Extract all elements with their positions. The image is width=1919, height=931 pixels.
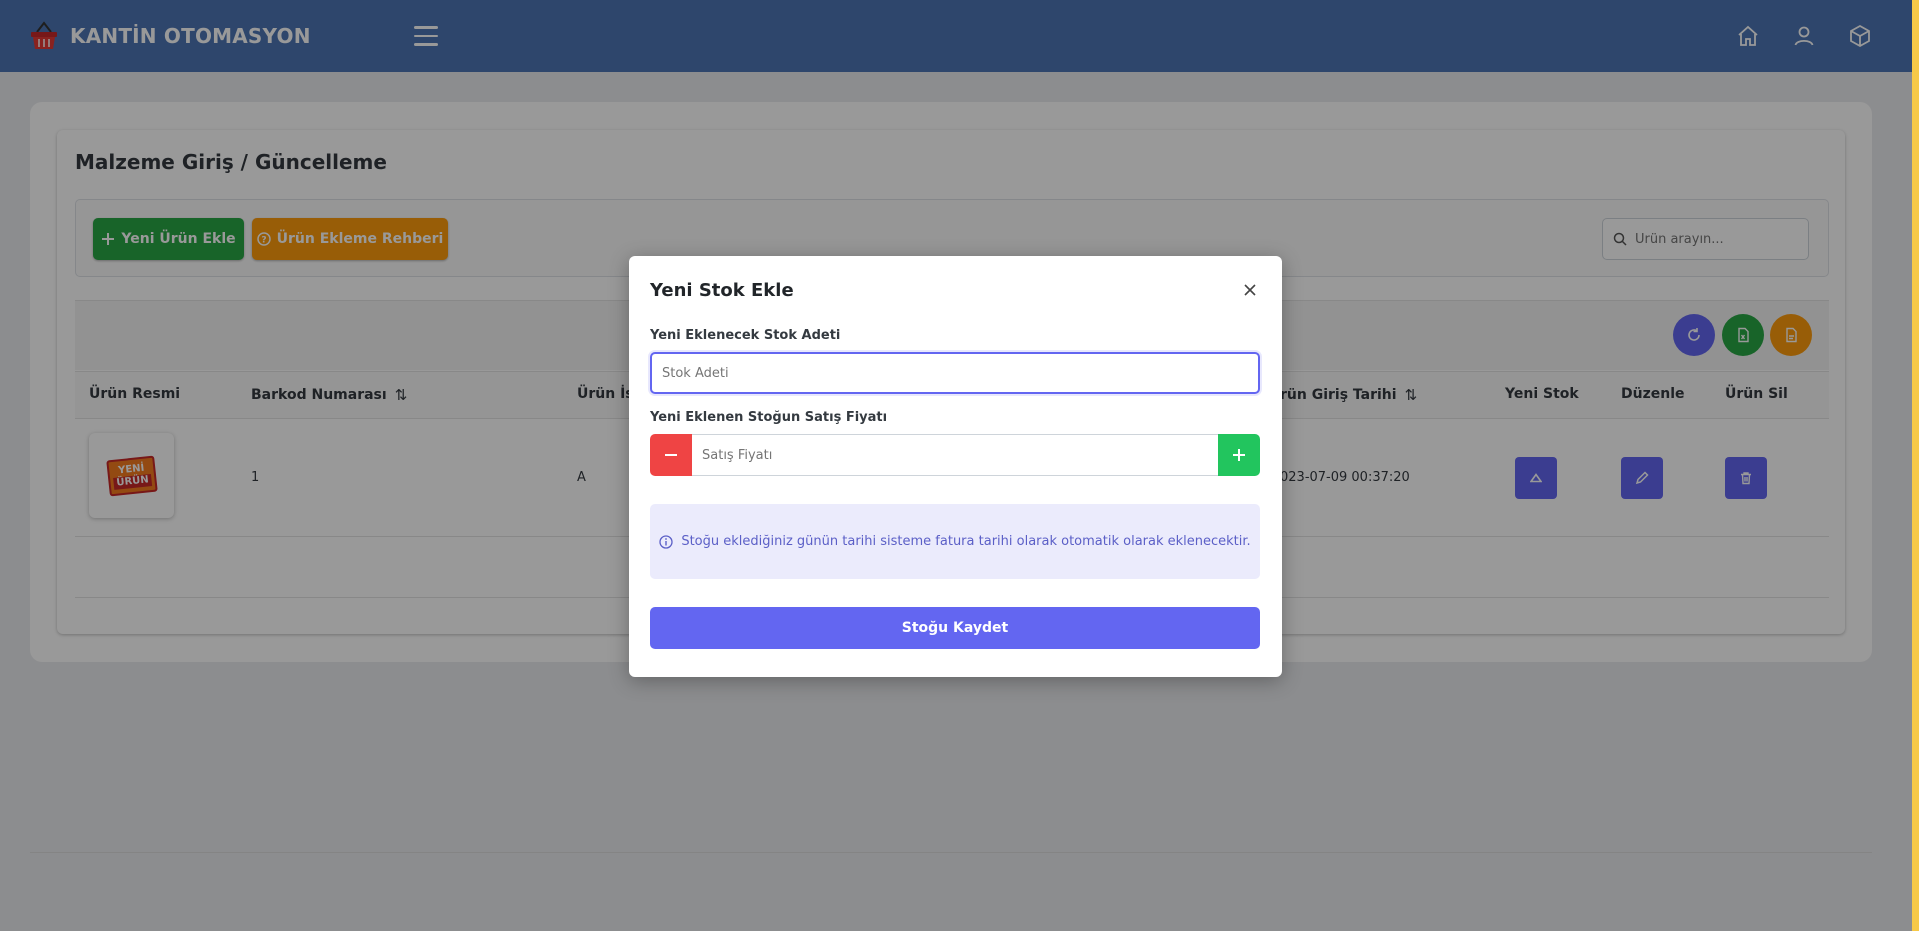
plus-icon [1233, 449, 1245, 461]
close-icon[interactable] [1242, 282, 1258, 298]
price-increase-button[interactable] [1218, 434, 1260, 476]
add-stock-modal: Yeni Stok Ekle Yeni Eklenecek Stok Adeti… [629, 256, 1282, 677]
sale-price-stepper [650, 434, 1260, 476]
stock-quantity-input[interactable] [650, 352, 1260, 394]
info-text: Stoğu eklediğiniz günün tarihi sisteme f… [681, 534, 1251, 549]
right-edge-strip [1912, 0, 1919, 931]
minus-icon [665, 454, 677, 456]
modal-title: Yeni Stok Ekle [650, 280, 794, 301]
save-stock-button[interactable]: Stoğu Kaydet [650, 607, 1260, 649]
price-decrease-button[interactable] [650, 434, 692, 476]
info-icon [659, 534, 673, 549]
stock-quantity-label: Yeni Eklenecek Stok Adeti [650, 328, 841, 343]
sale-price-label: Yeni Eklenen Stoğun Satış Fiyatı [650, 410, 888, 425]
modal-backdrop-bottom[interactable] [0, 899, 1912, 931]
info-alert: Stoğu eklediğiniz günün tarihi sisteme f… [650, 504, 1260, 579]
sale-price-input[interactable] [692, 434, 1218, 476]
